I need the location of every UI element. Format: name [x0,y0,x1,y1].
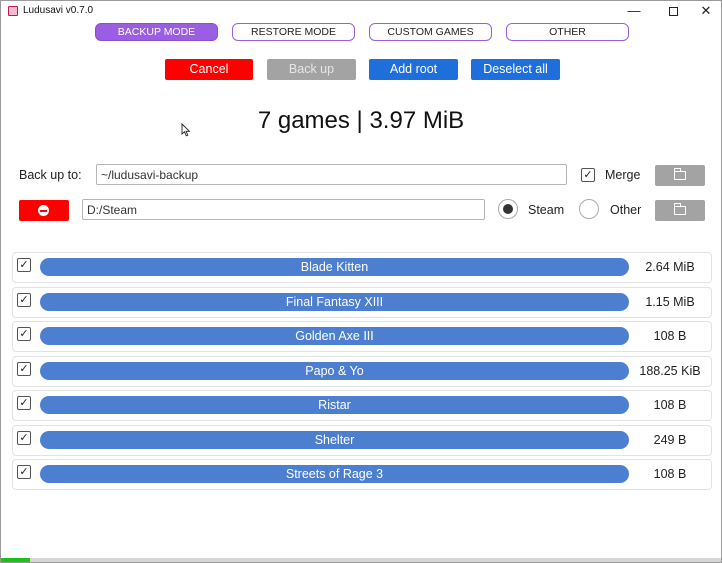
backup-target-label: Back up to: [19,168,82,182]
merge-label: Merge [605,168,641,182]
merge-checkbox[interactable]: ✓ [581,168,595,182]
game-checkbox[interactable]: ✓ [17,361,31,376]
list-item: ✓ Final Fantasy XIII 1.15 MiB [12,286,712,318]
game-name-button[interactable]: Streets of Rage 3 [40,465,629,483]
game-checkbox[interactable]: ✓ [17,396,31,410]
root-path-input[interactable] [82,199,485,220]
backup-button[interactable]: Back up [267,59,356,80]
add-root-button[interactable]: Add root [369,59,458,80]
game-size: 1.15 MiB [645,294,695,309]
title-bar[interactable]: Ludusavi v0.7.0 — ✕ [1,1,721,21]
app-icon [8,6,18,16]
game-size: 108 B [653,467,687,481]
progress-fill [1,558,30,562]
game-size: 249 B [653,432,687,447]
maximize-icon[interactable] [656,1,690,21]
store-label-other: Other [610,203,642,217]
list-item: ✓ Papo & Yo 188.25 KiB [12,355,712,387]
game-size: 108 B [653,398,687,412]
store-radio-steam[interactable] [498,199,518,219]
folder-icon [673,203,686,215]
list-item: ✓ Shelter 249 B [12,424,712,456]
tab-custom-games[interactable]: CUSTOM GAMES [369,23,492,41]
list-item: ✓ Streets of Rage 3 108 B [12,459,712,490]
minimize-icon[interactable]: — [617,1,651,21]
tab-backup-mode[interactable]: BACKUP MODE [95,23,218,41]
deselect-all-button[interactable]: Deselect all [471,59,560,80]
game-name-button[interactable]: Golden Axe III [40,327,629,345]
game-name-button[interactable]: Papo & Yo [40,361,629,380]
backup-summary: 7 games | 3.97 MiB [257,107,465,134]
game-size: 188.25 KiB [639,363,701,378]
game-checkbox[interactable]: ✓ [17,430,31,445]
list-item: ✓ Golden Axe III 108 B [12,321,712,352]
game-size: 108 B [653,329,687,343]
close-icon[interactable]: ✕ [689,1,721,21]
game-name-button[interactable]: Shelter [40,430,629,449]
game-name-button[interactable]: Final Fantasy XIII [40,292,629,311]
cancel-button[interactable]: Cancel [165,59,253,80]
games-list: ✓ Blade Kitten 2.64 MiB ✓ Final Fantasy … [12,252,712,494]
backup-path-input[interactable] [96,164,567,185]
game-checkbox[interactable]: ✓ [17,292,31,307]
browse-backup-folder-button[interactable] [655,165,705,186]
folder-icon [673,168,686,180]
remove-icon [38,205,49,216]
remove-root-button[interactable] [19,200,69,221]
game-size: 2.64 MiB [645,260,695,274]
mouse-cursor-icon [181,123,191,137]
list-item: ✓ Blade Kitten 2.64 MiB [12,252,712,283]
game-name-button[interactable]: Blade Kitten [40,258,629,276]
store-radio-other[interactable] [579,199,599,219]
game-checkbox[interactable]: ✓ [17,258,31,272]
app-window: Ludusavi v0.7.0 — ✕ BACKUP MODE RESTORE … [0,0,722,563]
game-name-button[interactable]: Ristar [40,396,629,414]
tab-restore-mode[interactable]: RESTORE MODE [232,23,355,41]
store-label-steam: Steam [528,203,565,217]
tab-other[interactable]: OTHER [506,23,629,41]
game-checkbox[interactable]: ✓ [17,327,31,341]
game-checkbox[interactable]: ✓ [17,465,31,479]
browse-root-folder-button[interactable] [655,200,705,221]
window-title: Ludusavi v0.7.0 [23,5,94,16]
list-item: ✓ Ristar 108 B [12,390,712,421]
progress-bar [1,558,721,562]
